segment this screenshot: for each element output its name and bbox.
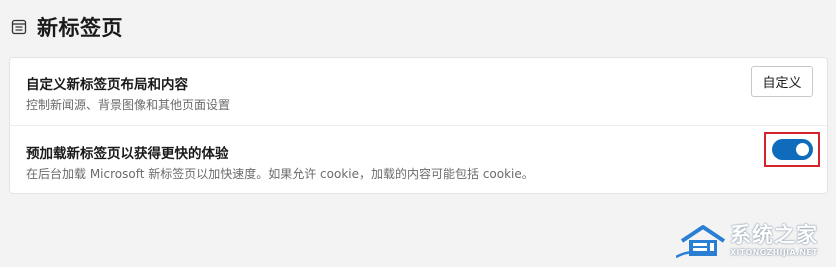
customize-button[interactable]: 自定义	[751, 66, 813, 97]
preload-setting-row: 预加载新标签页以获得更快的体验 在后台加载 Microsoft 新标签页以加快速…	[10, 126, 827, 194]
watermark-main-text: 系统之家	[730, 223, 818, 247]
page-title: 新标签页	[37, 16, 123, 40]
preload-toggle-switch[interactable]	[772, 139, 813, 160]
watermark-sub-text: XITONGZHIJIA.NET	[730, 248, 818, 257]
preload-setting-description: 在后台加载 Microsoft 新标签页以加快速度。如果允许 cookie，加载…	[26, 167, 534, 181]
settings-card: 自定义新标签页布局和内容 控制新闻源、背景图像和其他页面设置 自定义 预加载新标…	[9, 57, 828, 194]
customize-setting-row: 自定义新标签页布局和内容 控制新闻源、背景图像和其他页面设置 自定义	[10, 58, 827, 126]
new-tab-page-icon	[10, 18, 28, 36]
watermark: 系统之家 XITONGZHIJIA.NET	[676, 217, 832, 263]
customize-setting-description: 控制新闻源、背景图像和其他页面设置	[26, 98, 231, 112]
preload-setting-title: 预加载新标签页以获得更快的体验	[26, 146, 229, 162]
page-header: 新标签页	[10, 12, 123, 42]
toggle-knob	[796, 143, 809, 156]
house-logo-icon	[676, 225, 726, 259]
customize-setting-title: 自定义新标签页布局和内容	[26, 77, 188, 93]
